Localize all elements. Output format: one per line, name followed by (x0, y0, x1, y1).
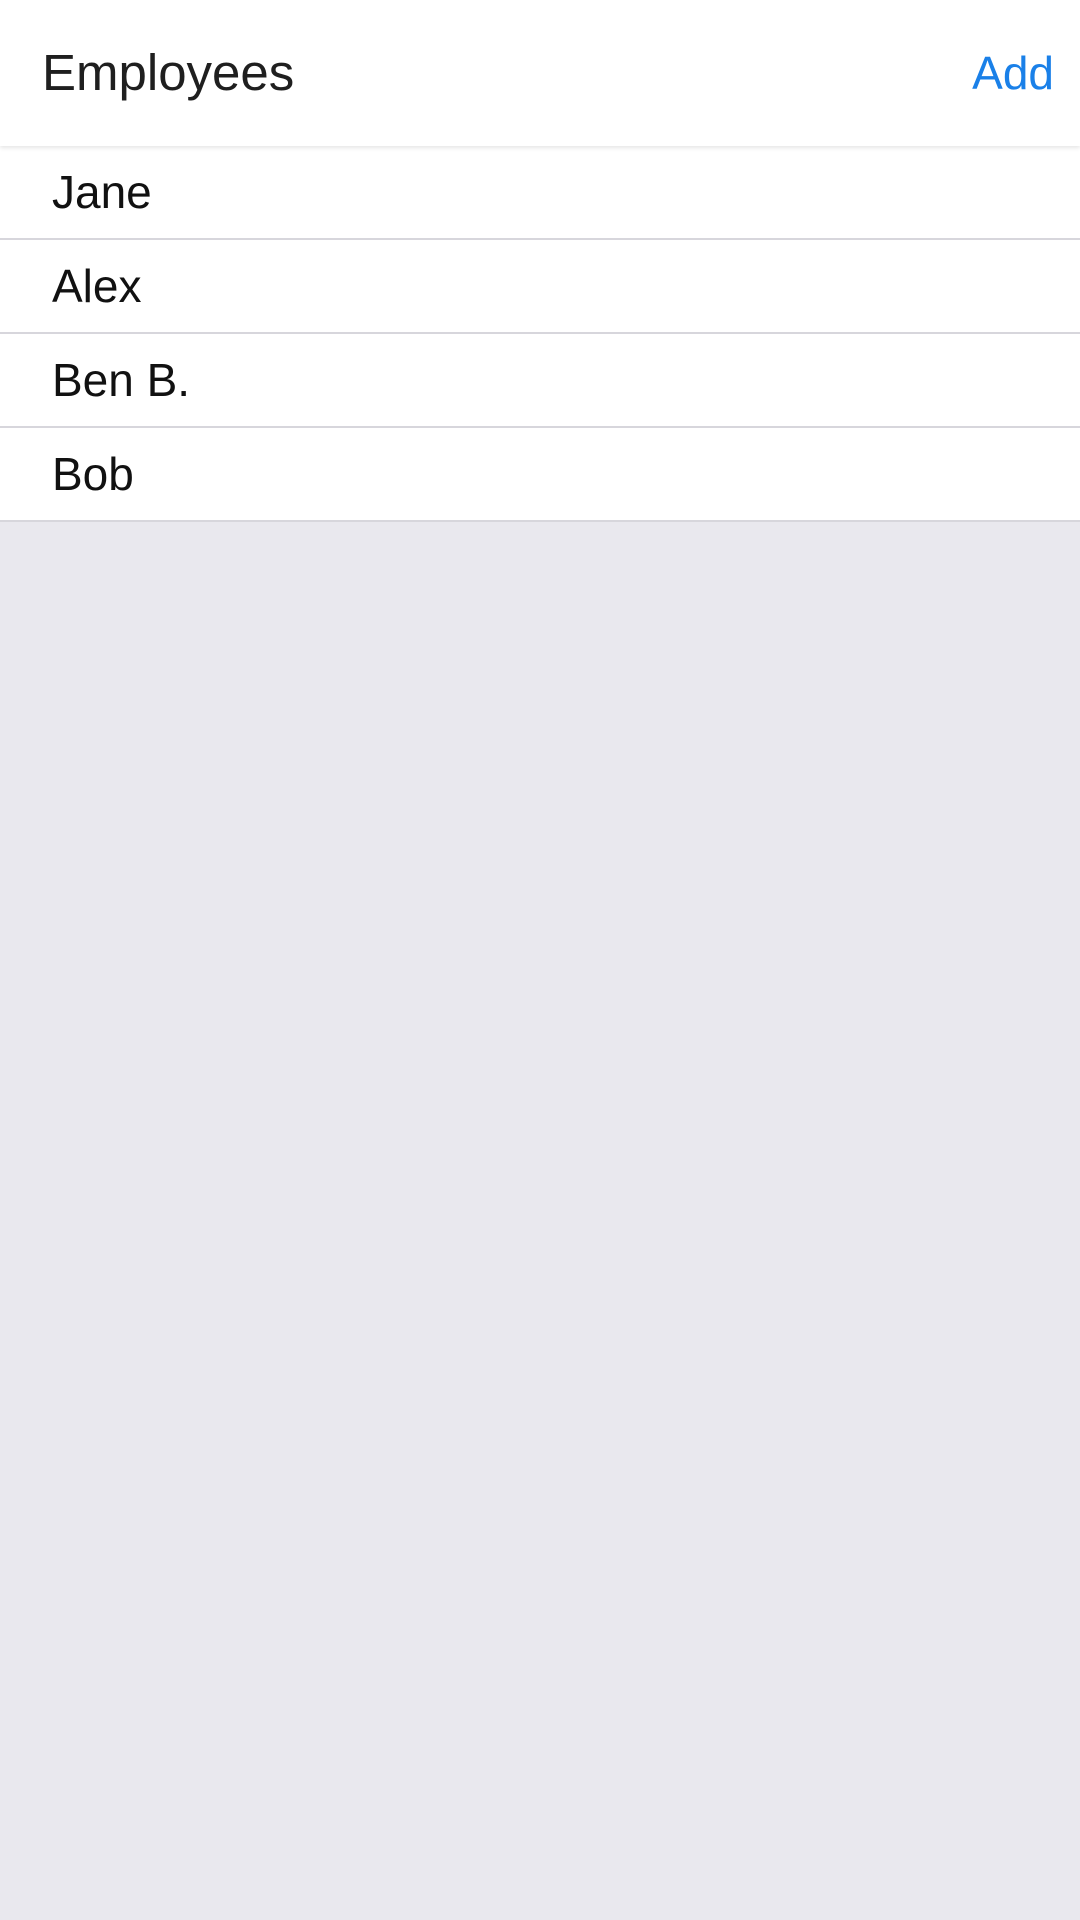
employee-name: Bob (52, 448, 134, 500)
employees-screen: Employees Add Jane Alex Ben B. Bob (0, 0, 1080, 1920)
list-item[interactable]: Bob (0, 428, 1080, 522)
page-title: Employees (42, 44, 295, 101)
employee-name: Alex (52, 260, 142, 312)
add-button[interactable]: Add (972, 0, 1054, 146)
list-item[interactable]: Jane (0, 146, 1080, 240)
employee-name: Ben B. (52, 354, 191, 406)
employee-name: Jane (52, 166, 152, 218)
list-item[interactable]: Ben B. (0, 334, 1080, 428)
employee-list: Jane Alex Ben B. Bob (0, 146, 1080, 522)
top-bar: Employees Add (0, 0, 1080, 146)
list-item[interactable]: Alex (0, 240, 1080, 334)
